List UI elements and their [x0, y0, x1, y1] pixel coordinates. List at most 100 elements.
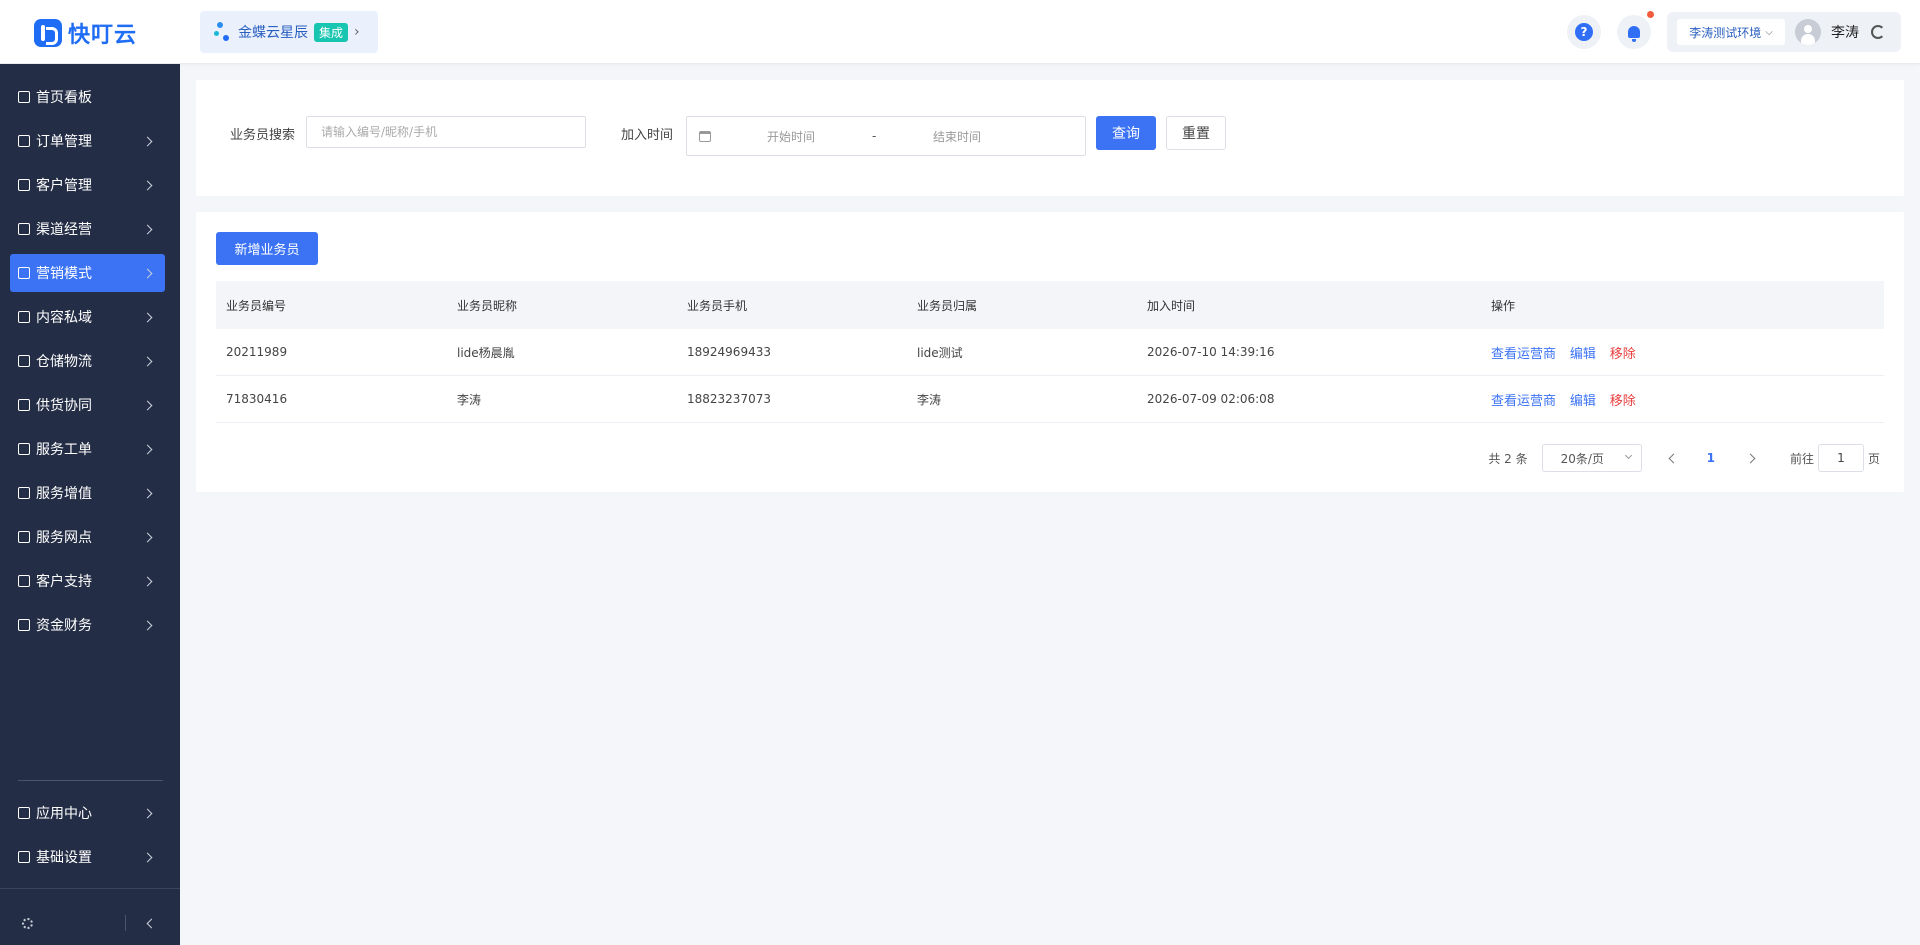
join-time: 2026-07-09 02:06:08	[1147, 392, 1275, 406]
salesman-list-panel: 新增业务员 业务员编号 业务员昵称 业务员手机 业务员归属 加入时间 操作 20…	[196, 212, 1904, 492]
user-name[interactable]: 李涛	[1831, 22, 1859, 42]
add-salesman-button[interactable]: 新增业务员	[216, 232, 318, 265]
pagination: 共 2 条 20条/页 1 前往 1 页	[1488, 444, 1880, 472]
sidebar-item-settings[interactable]: 基础设置	[10, 838, 165, 876]
salesman-search-label: 业务员搜索	[230, 128, 296, 143]
calendar-icon	[699, 130, 711, 142]
channel-icon	[18, 223, 30, 235]
column-header: 操作	[1491, 298, 1516, 313]
sidebar-item-outlets[interactable]: 服务网点	[10, 518, 165, 556]
sidebar-item-tickets[interactable]: 服务工单	[10, 430, 165, 468]
table-row: 71830416 李涛 18823237073 李涛 2026-07-09 02…	[216, 376, 1884, 423]
sidebar-item-value-added[interactable]: 服务增值	[10, 474, 165, 512]
edit-link[interactable]: 编辑	[1570, 394, 1596, 409]
table-header: 业务员编号 业务员昵称 业务员手机 业务员归属 加入时间 操作	[216, 281, 1884, 329]
date-range-picker[interactable]: 开始时间 - 结束时间	[686, 116, 1086, 156]
salesman-owner: lide测试	[917, 345, 963, 360]
sidebar-item-app-center[interactable]: 应用中心	[10, 794, 165, 832]
top-header: 快叮云 金蝶云星辰 集成 › ? 李涛测试环境 ⌵ 李涛	[0, 0, 1920, 64]
environment-select[interactable]: 李涛测试环境 ⌵	[1677, 19, 1785, 45]
page-size-label: 20条/页	[1560, 451, 1604, 466]
chevron-right-icon	[142, 356, 153, 366]
start-date-input[interactable]: 开始时间	[767, 128, 815, 145]
salesman-phone: 18924969433	[687, 345, 771, 359]
bag-icon	[18, 487, 30, 499]
chevron-right-icon	[142, 400, 153, 410]
help-button[interactable]: ?	[1567, 15, 1601, 49]
sidebar-item-dashboard[interactable]: 首页看板	[10, 78, 165, 116]
sidebar-item-label: 订单管理	[36, 134, 92, 150]
supply-icon	[18, 399, 30, 411]
app-logo[interactable]: 快叮云	[34, 17, 137, 49]
column-header: 业务员编号	[226, 298, 287, 313]
help-icon: ?	[1575, 23, 1593, 41]
sidebar-item-content[interactable]: 内容私域	[10, 298, 165, 336]
home-icon	[18, 91, 30, 103]
sidebar-item-marketing[interactable]: 营销模式	[10, 254, 165, 292]
chevron-right-icon	[142, 224, 153, 234]
sidebar-item-customers[interactable]: 客户管理	[10, 166, 165, 204]
join-time-label: 加入时间	[621, 128, 674, 143]
image-icon	[18, 311, 30, 323]
prev-page-icon[interactable]	[1668, 453, 1679, 463]
table-row: 20211989 lide杨晨胤 18924969433 lide测试 2026…	[216, 329, 1884, 376]
chevron-right-icon	[142, 808, 153, 818]
row-actions: 查看运营商 编辑 移除	[1481, 343, 1884, 362]
sidebar-item-label: 基础设置	[36, 850, 92, 866]
search-panel: 业务员搜索 加入时间 开始时间 - 结束时间 查询 重置	[196, 80, 1904, 196]
bell-icon	[1628, 26, 1640, 42]
logo-icon	[34, 19, 62, 47]
sidebar-item-supply[interactable]: 供货协同	[10, 386, 165, 424]
page-suffix: 页	[1867, 451, 1880, 466]
chevron-right-icon	[142, 532, 153, 542]
box-icon	[18, 355, 30, 367]
sidebar-item-label: 服务网点	[36, 530, 92, 546]
date-separator: -	[872, 129, 877, 143]
order-icon	[18, 135, 30, 147]
page-size-select[interactable]: 20条/页	[1541, 444, 1642, 472]
app-switcher[interactable]: 金蝶云星辰 集成 ›	[200, 11, 378, 53]
avatar[interactable]	[1795, 19, 1821, 45]
chevron-right-icon	[142, 620, 153, 630]
collapse-sidebar-icon[interactable]	[146, 918, 157, 929]
sidebar-item-support[interactable]: 客户支持	[10, 562, 165, 600]
app-name: 金蝶云星辰	[238, 25, 308, 41]
join-time: 2026-07-10 14:39:16	[1147, 345, 1275, 359]
refresh-icon[interactable]	[1871, 25, 1885, 39]
total-count: 共 2 条	[1488, 451, 1528, 466]
environment-label: 李涛测试环境	[1689, 25, 1762, 40]
chevron-down-icon	[1624, 451, 1632, 460]
view-operator-link[interactable]: 查看运营商	[1491, 347, 1556, 362]
sidebar-footer-divider	[0, 888, 180, 889]
next-page-icon[interactable]	[1745, 453, 1756, 463]
app-dots-icon	[214, 21, 232, 43]
logo-text: 快叮云	[68, 23, 138, 48]
query-button[interactable]: 查询	[1096, 116, 1156, 150]
sidebar-item-label: 首页看板	[36, 90, 92, 106]
salesman-search-input[interactable]	[306, 116, 586, 148]
gear-icon[interactable]	[22, 918, 33, 929]
remove-link[interactable]: 移除	[1610, 347, 1636, 362]
sidebar-item-label: 客户管理	[36, 178, 92, 194]
salesman-id: 20211989	[226, 345, 288, 359]
notification-button[interactable]	[1617, 15, 1651, 49]
view-operator-link[interactable]: 查看运营商	[1491, 394, 1556, 409]
chevron-right-icon	[142, 136, 153, 146]
remove-link[interactable]: 移除	[1610, 394, 1636, 409]
column-header: 加入时间	[1147, 298, 1196, 313]
sidebar-item-label: 供货协同	[36, 398, 92, 414]
reset-button[interactable]: 重置	[1166, 116, 1226, 150]
yen-icon	[18, 619, 30, 631]
sidebar-item-channels[interactable]: 渠道经营	[10, 210, 165, 248]
current-page[interactable]: 1	[1707, 451, 1715, 465]
salesman-id: 71830416	[226, 392, 288, 406]
sidebar-item-finance[interactable]: 资金财务	[10, 606, 165, 644]
goto-page-input[interactable]: 1	[1817, 444, 1864, 472]
sidebar-item-warehouse[interactable]: 仓储物流	[10, 342, 165, 380]
salesman-nickname: lide杨晨胤	[457, 345, 515, 360]
salesman-table: 业务员编号 业务员昵称 业务员手机 业务员归属 加入时间 操作 20211989…	[216, 281, 1884, 423]
sidebar-item-orders[interactable]: 订单管理	[10, 122, 165, 160]
edit-link[interactable]: 编辑	[1570, 347, 1596, 362]
end-date-input[interactable]: 结束时间	[933, 128, 981, 145]
ticket-icon	[18, 443, 30, 455]
